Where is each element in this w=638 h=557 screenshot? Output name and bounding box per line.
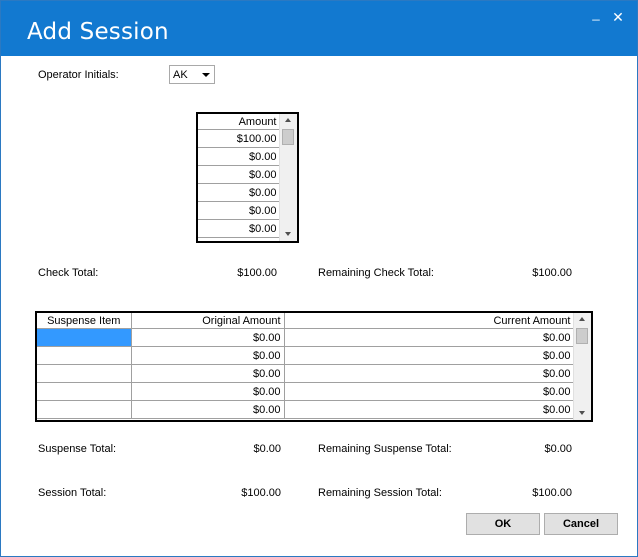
scroll-up-icon[interactable] — [285, 118, 291, 122]
amount-cell[interactable]: $0.00 — [198, 219, 281, 238]
remaining-suspense-total-label: Remaining Suspense Total: — [318, 443, 452, 455]
session-total-label: Session Total: — [38, 487, 107, 499]
check-grid-scrollbar[interactable] — [279, 114, 297, 241]
operator-initials-dropdown[interactable]: AK — [169, 65, 215, 84]
suspense-item-cell[interactable] — [37, 346, 132, 365]
amount-cell[interactable]: $0.00 — [198, 201, 281, 220]
amount-cell[interactable]: $0.00 — [198, 183, 281, 202]
column-header-amount[interactable]: Amount — [198, 114, 281, 130]
remaining-check-total-label: Remaining Check Total: — [318, 267, 434, 279]
table-row[interactable]: $0.00 — [198, 165, 281, 184]
chevron-down-icon[interactable] — [202, 73, 210, 77]
original-amount-cell[interactable]: $0.00 — [131, 400, 285, 419]
original-amount-cell[interactable]: $0.00 — [131, 364, 285, 383]
close-icon[interactable]: ✕ — [609, 9, 627, 26]
check-amount-grid[interactable]: Amount $100.00 $0.00 $0.00 $0.00 $0.00 $0.00 — [196, 112, 299, 243]
amount-cell[interactable]: $0.00 — [198, 147, 281, 166]
scroll-thumb[interactable] — [282, 129, 294, 145]
table-row[interactable]: $0.00 — [198, 201, 281, 220]
current-amount-cell[interactable]: $0.00 — [284, 346, 575, 365]
check-total-value: $100.00 — [237, 267, 277, 279]
table-row[interactable]: $0.00 $0.00 — [37, 328, 575, 347]
suspense-item-cell[interactable] — [37, 382, 132, 401]
table-row[interactable]: $100.00 — [198, 129, 281, 148]
session-total-value: $100.00 — [241, 487, 281, 499]
title-bar[interactable]: Add Session _ ✕ — [1, 1, 637, 56]
suspense-item-cell[interactable] — [37, 400, 132, 419]
remaining-session-total-value: $100.00 — [532, 487, 572, 499]
column-header-original-amount[interactable]: Original Amount — [131, 313, 285, 329]
check-total-label: Check Total: — [38, 267, 99, 279]
add-session-dialog: Add Session _ ✕ Operator Initials: AK Am… — [0, 0, 638, 557]
minimize-icon[interactable]: _ — [587, 6, 605, 21]
operator-initials-label: Operator Initials: — [38, 69, 119, 81]
scroll-down-icon[interactable] — [579, 411, 585, 415]
remaining-session-total-label: Remaining Session Total: — [318, 487, 442, 499]
original-amount-cell[interactable]: $0.00 — [131, 346, 285, 365]
table-row[interactable]: $0.00 — [198, 183, 281, 202]
amount-cell[interactable]: $100.00 — [198, 129, 281, 148]
suspense-grid[interactable]: Suspense Item Original Amount Current Am… — [35, 311, 593, 422]
current-amount-cell[interactable]: $0.00 — [284, 328, 575, 347]
suspense-item-cell[interactable] — [37, 364, 132, 383]
ok-button[interactable]: OK — [466, 513, 540, 535]
scroll-up-icon[interactable] — [579, 317, 585, 321]
table-row[interactable]: $0.00 $0.00 — [37, 364, 575, 383]
suspense-grid-scrollbar[interactable] — [573, 313, 591, 420]
remaining-suspense-total-value: $0.00 — [544, 443, 572, 455]
table-row[interactable]: $0.00 $0.00 — [37, 346, 575, 365]
suspense-item-cell[interactable] — [37, 328, 132, 347]
current-amount-cell[interactable]: $0.00 — [284, 400, 575, 419]
table-row[interactable]: $0.00 — [198, 147, 281, 166]
scroll-thumb[interactable] — [576, 328, 588, 344]
suspense-total-value: $0.00 — [253, 443, 281, 455]
scroll-down-icon[interactable] — [285, 232, 291, 236]
table-row[interactable]: $0.00 $0.00 — [37, 382, 575, 401]
cancel-button[interactable]: Cancel — [544, 513, 618, 535]
remaining-check-total-value: $100.00 — [532, 267, 572, 279]
original-amount-cell[interactable]: $0.00 — [131, 382, 285, 401]
table-row[interactable]: $0.00 $0.00 — [37, 400, 575, 419]
column-header-suspense-item[interactable]: Suspense Item — [37, 313, 132, 329]
amount-cell[interactable]: $0.00 — [198, 165, 281, 184]
window-title: Add Session — [27, 19, 169, 45]
suspense-total-label: Suspense Total: — [38, 443, 117, 455]
operator-initials-value: AK — [173, 69, 188, 81]
table-row[interactable]: $0.00 — [198, 219, 281, 238]
current-amount-cell[interactable]: $0.00 — [284, 364, 575, 383]
original-amount-cell[interactable]: $0.00 — [131, 328, 285, 347]
current-amount-cell[interactable]: $0.00 — [284, 382, 575, 401]
column-header-current-amount[interactable]: Current Amount — [284, 313, 575, 329]
